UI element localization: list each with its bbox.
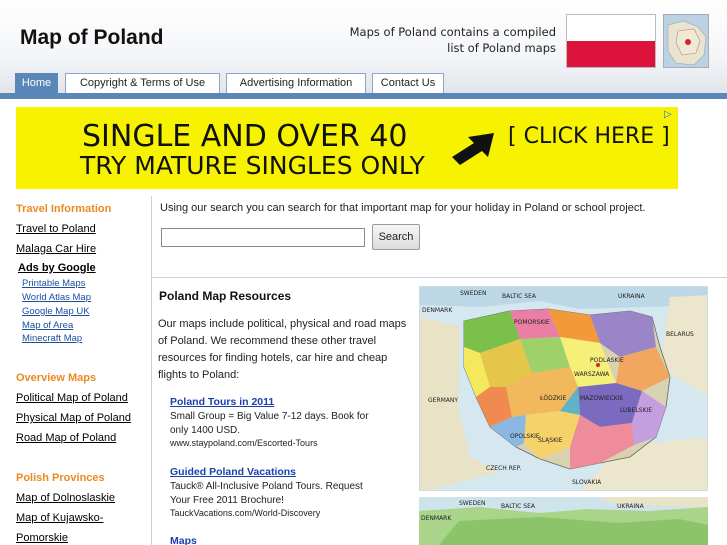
map-label-denmark: DENMARK	[422, 307, 453, 314]
text-ad-1: Poland Tours in 2011 Small Group = Big V…	[170, 396, 380, 448]
link-travel-to-poland[interactable]: Travel to Poland	[16, 223, 96, 235]
map-label-denmark: DENMARK	[421, 515, 452, 522]
link-political-map[interactable]: Political Map of Poland	[16, 392, 128, 404]
ad-description: Tauck® All-Inclusive Poland Tours. Reque…	[170, 481, 363, 506]
arrow-right-icon	[452, 133, 494, 165]
overview-maps-heading: Overview Maps	[16, 372, 97, 384]
polish-provinces-heading: Polish Provinces	[16, 472, 105, 484]
text-ad-3: Maps	[170, 535, 380, 545]
ad-title-maps[interactable]: Maps	[170, 535, 380, 545]
map-label-germany: GERMANY	[428, 397, 459, 404]
intro-paragraph: Our maps include political, physical and…	[158, 318, 407, 381]
europe-locator-map-image	[663, 14, 709, 68]
nav-divider-bar	[0, 93, 727, 99]
banner-click-here[interactable]: [ CLICK HERE ]	[508, 124, 670, 149]
ad-banner[interactable]: SINGLE AND OVER 40 TRY MATURE SINGLES ON…	[16, 107, 678, 189]
ad-link-map-of-area[interactable]: Map of Area	[22, 320, 73, 331]
search-description: Using our search you can search for that…	[160, 202, 646, 214]
search-input[interactable]	[161, 228, 365, 247]
page-title: Poland Map Resources	[159, 289, 292, 303]
link-physical-map[interactable]: Physical Map of Poland	[16, 412, 131, 424]
map-label-opolskie: OPOLSKIE	[510, 433, 540, 440]
link-map-kujawsko[interactable]: Map of Kujawsko-	[16, 512, 103, 524]
adchoices-icon[interactable]: ▷	[664, 109, 676, 121]
tab-copyright-terms[interactable]: Copyright & Terms of Use	[65, 73, 220, 94]
map-label-slovakia: SLOVAKIA	[572, 479, 602, 486]
tab-home[interactable]: Home	[15, 73, 58, 94]
search-section: Using our search you can search for that…	[152, 196, 727, 278]
site-title: Map of Poland	[20, 26, 164, 49]
poland-flag-image	[566, 14, 656, 68]
travel-info-heading: Travel Information	[16, 203, 112, 215]
map-label-ukraine: UKRAINA	[617, 503, 644, 510]
map-label-sweden: SWEDEN	[460, 290, 487, 297]
map-label-pomorskie: POMORSKIE	[514, 319, 550, 326]
link-malaga-car-hire[interactable]: Malaga Car Hire	[16, 243, 96, 255]
text-ad-2: Guided Poland Vacations Tauck® All-Inclu…	[170, 466, 380, 518]
poland-political-map-image[interactable]: SWEDEN BALTIC SEA UKRAINA DENMARK BELARU…	[419, 286, 708, 491]
link-map-pomorskie[interactable]: Pomorskie	[16, 532, 68, 544]
ad-title-guided-vacations[interactable]: Guided Poland Vacations	[170, 466, 380, 478]
link-road-map[interactable]: Road Map of Poland	[16, 432, 116, 444]
link-map-dolnoslaskie[interactable]: Map of Dolnoslaskie	[16, 492, 115, 504]
tab-advertising[interactable]: Advertising Information	[226, 73, 366, 94]
map-label-belarus: BELARUS	[666, 331, 694, 338]
ad-title-poland-tours[interactable]: Poland Tours in 2011	[170, 396, 380, 408]
map-label-czech: CZECH REP.	[486, 465, 522, 472]
map-label-slaskie: ŚLĄSKIE	[538, 437, 563, 444]
map-label-baltic-sea: BALTIC SEA	[501, 503, 535, 510]
map-label-warszawa: WARSZAWA	[574, 371, 610, 378]
search-button[interactable]: Search	[372, 224, 420, 250]
site-tagline: Maps of Poland contains a compiled list …	[349, 25, 556, 55]
banner-headline: SINGLE AND OVER 40	[82, 119, 408, 154]
ad-description: Small Group = Big Value 7-12 days. Book …	[170, 411, 369, 436]
ad-url: www.staypoland.com/Escorted-Tours	[170, 438, 318, 448]
map-label-lubelskie: LUBELSKIE	[620, 407, 652, 414]
ad-link-google-map-uk[interactable]: Google Map UK	[22, 306, 90, 317]
map-label-baltic-sea: BALTIC SEA	[502, 293, 536, 300]
map-label-sweden: SWEDEN	[459, 500, 486, 507]
banner-subline: TRY MATURE SINGLES ONLY	[80, 151, 425, 180]
map-label-mazowieckie: MAZOWIECKIE	[580, 395, 624, 402]
map-label-ukraine-top: UKRAINA	[618, 293, 645, 300]
tab-contact-us[interactable]: Contact Us	[372, 73, 444, 94]
map-label-lodzkie: ŁÓDZKIE	[540, 395, 567, 402]
map-label-podlaskie: PODLASKIE	[590, 357, 624, 364]
ad-link-minecraft-map[interactable]: Minecraft Map	[22, 333, 82, 344]
poland-physical-map-image[interactable]: SWEDEN BALTIC SEA UKRAINA DENMARK	[419, 497, 708, 545]
ad-link-printable-maps[interactable]: Printable Maps	[22, 278, 85, 289]
ad-link-world-atlas-map[interactable]: World Atlas Map	[22, 292, 91, 303]
ad-url: TauckVacations.com/World-Discovery	[170, 508, 321, 518]
ads-by-google-label[interactable]: Ads by Google	[18, 262, 96, 274]
